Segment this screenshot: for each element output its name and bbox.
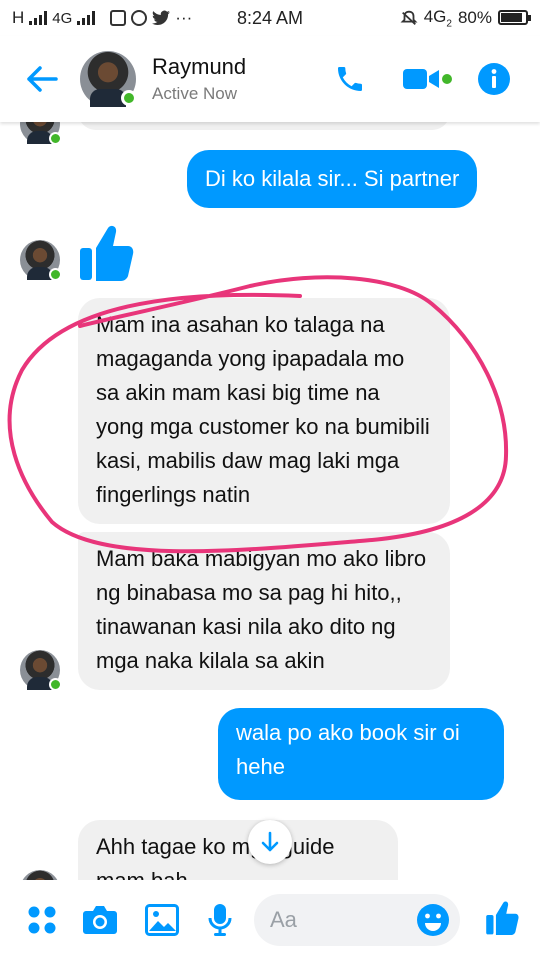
network-type-h: H xyxy=(12,8,25,27)
thumbs-up-sticker-icon[interactable] xyxy=(78,224,134,282)
emoji-icon[interactable] xyxy=(416,903,450,937)
sender-avatar xyxy=(20,240,62,281)
sender-avatar xyxy=(20,650,62,691)
battery-percent: 80% xyxy=(457,7,492,27)
signal-icon xyxy=(29,11,48,25)
back-arrow-icon xyxy=(27,66,58,92)
contact-avatar[interactable] xyxy=(80,51,137,107)
contact-info[interactable]: Raymund Active Now xyxy=(152,54,246,104)
more-notifications-icon: ··· xyxy=(175,8,193,27)
twitter-icon xyxy=(152,10,171,26)
message-incoming[interactable]: Mam ina asahan ko talaga na magaganda yo… xyxy=(78,298,450,524)
grid-dots-icon xyxy=(28,906,56,934)
camera-icon xyxy=(83,906,117,934)
network-type-4g: 4G xyxy=(52,9,73,27)
video-call-button[interactable] xyxy=(402,65,452,93)
battery-icon xyxy=(498,10,531,26)
online-indicator xyxy=(121,90,137,106)
message-outgoing[interactable]: Di ko kilala sir... Si partner xyxy=(187,150,478,208)
message-composer xyxy=(0,880,540,960)
message-incoming[interactable]: Mam baka mabigyan mo ako libro ng binaba… xyxy=(78,532,450,690)
more-actions-button[interactable] xyxy=(22,900,62,940)
back-button[interactable] xyxy=(22,59,62,99)
sender-avatar xyxy=(20,870,60,880)
status-left: H 4G ··· xyxy=(12,8,192,28)
notification-icon xyxy=(110,10,127,26)
arrow-down-icon xyxy=(261,831,279,852)
message-incoming[interactable]: Ahh tagae ko mga guide mam bah xyxy=(78,820,398,880)
network-type-right: 4G2 xyxy=(423,6,452,30)
thumbs-up-icon xyxy=(486,901,519,935)
message-outgoing[interactable]: wala po ako book sir oi hehe xyxy=(218,708,504,800)
previous-message-bubble xyxy=(78,122,450,130)
message-list[interactable]: Di ko kilala sir... Si partner Mam ina a… xyxy=(0,122,540,880)
camera-button[interactable] xyxy=(80,900,120,940)
contact-name: Raymund xyxy=(152,54,247,79)
status-bar: H 4G ··· 8:24 AM 4G2 80% xyxy=(0,0,540,36)
mute-icon xyxy=(400,10,418,25)
microphone-icon xyxy=(208,904,232,936)
message-input-container[interactable] xyxy=(254,894,460,946)
video-online-dot xyxy=(442,74,452,84)
send-like-button[interactable] xyxy=(482,898,522,938)
info-icon[interactable] xyxy=(478,63,510,95)
scroll-to-bottom-button[interactable] xyxy=(248,820,292,864)
image-icon xyxy=(145,904,179,936)
signal-icon-2 xyxy=(77,11,96,25)
phone-call-icon[interactable] xyxy=(334,63,366,95)
video-camera-icon xyxy=(403,69,439,89)
message-input[interactable] xyxy=(270,907,400,933)
header-actions xyxy=(334,63,510,95)
contact-status: Active Now xyxy=(152,84,238,103)
voice-message-button[interactable] xyxy=(200,900,240,940)
chrome-icon xyxy=(131,10,148,26)
sender-avatar xyxy=(20,122,62,145)
gallery-button[interactable] xyxy=(142,900,182,940)
conversation-header: Raymund Active Now xyxy=(0,36,540,122)
status-right: 4G2 80% xyxy=(400,6,531,30)
